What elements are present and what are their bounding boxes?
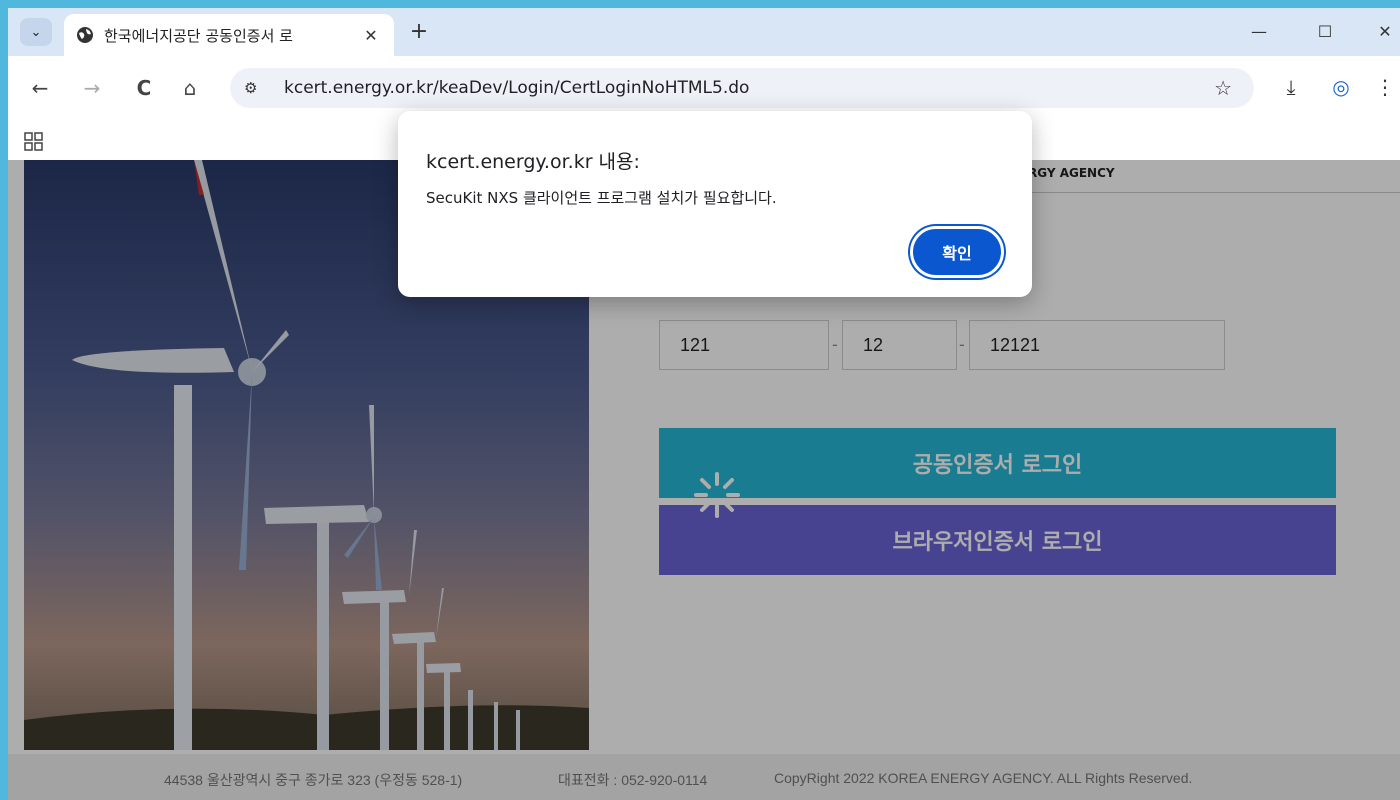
apps-grid-icon[interactable] xyxy=(24,132,44,152)
active-tab[interactable]: 한국에너지공단 공동인증서 로 ✕ xyxy=(64,14,394,56)
globe-icon xyxy=(77,27,93,43)
minimize-button[interactable]: — xyxy=(1244,20,1274,44)
url-text[interactable]: kcert.energy.or.kr/keaDev/Login/CertLogi… xyxy=(284,78,749,98)
tab-search-button[interactable]: ⌄ xyxy=(20,18,52,46)
tab-title: 한국에너지공단 공동인증서 로 xyxy=(104,26,293,45)
bookmark-star-icon[interactable]: ☆ xyxy=(1214,76,1232,100)
menu-icon[interactable]: ⋮ xyxy=(1370,72,1400,102)
profile-icon[interactable]: ◎ xyxy=(1326,72,1356,102)
reload-button[interactable]: C xyxy=(130,74,158,102)
close-window-button[interactable]: ✕ xyxy=(1370,20,1400,44)
tab-strip: ⌄ 한국에너지공단 공동인증서 로 ✕ + — ☐ ✕ xyxy=(8,8,1400,56)
maximize-button[interactable]: ☐ xyxy=(1310,20,1340,44)
dialog-message: SecuKit NXS 클라이언트 프로그램 설치가 필요합니다. xyxy=(426,189,777,207)
back-button[interactable]: ← xyxy=(26,74,54,102)
chevron-down-icon: ⌄ xyxy=(30,24,42,40)
new-tab-button[interactable]: + xyxy=(406,20,432,46)
forward-button[interactable]: → xyxy=(78,74,106,102)
dialog-title: kcert.energy.or.kr 내용: xyxy=(426,151,640,173)
home-button[interactable]: ⌂ xyxy=(176,74,204,102)
address-bar[interactable]: ⚙ kcert.energy.or.kr/keaDev/Login/CertLo… xyxy=(230,68,1254,108)
download-icon[interactable]: ⤓ xyxy=(1276,72,1306,102)
dialog-ok-button[interactable]: 확인 xyxy=(910,226,1004,278)
tab-close-icon[interactable]: ✕ xyxy=(360,26,382,45)
site-info-icon[interactable]: ⚙ xyxy=(244,79,274,97)
browser-window: ⌄ 한국에너지공단 공동인증서 로 ✕ + — ☐ ✕ ← → C ⌂ ⚙ kc… xyxy=(8,8,1400,800)
